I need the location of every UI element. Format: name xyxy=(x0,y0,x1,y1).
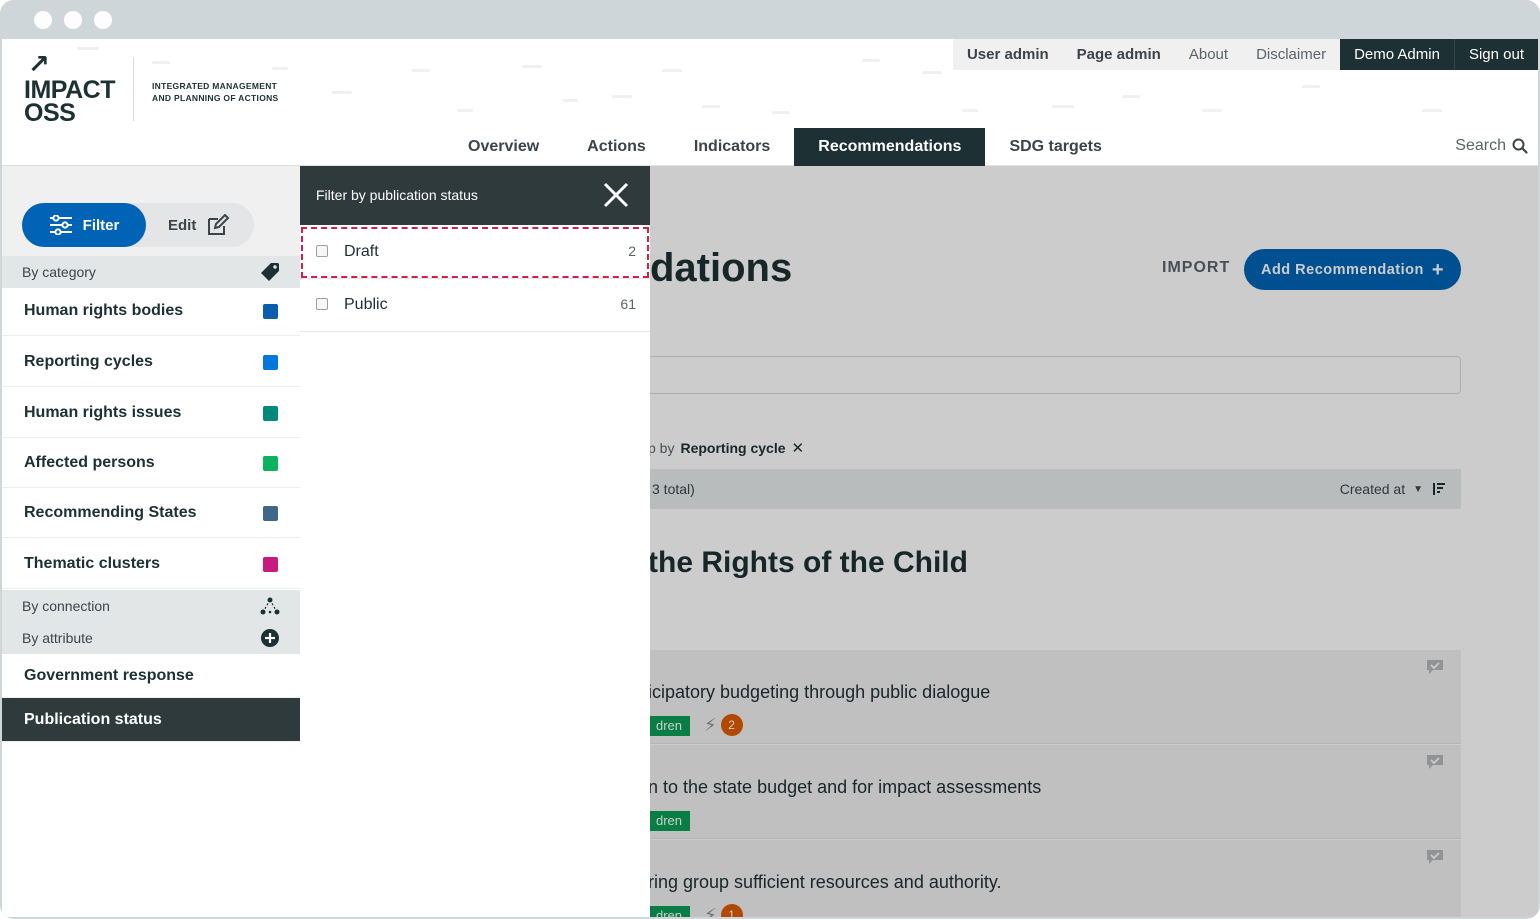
sidebar-item-human-rights-issues[interactable]: Human rights issues xyxy=(2,388,300,438)
network-icon xyxy=(260,597,280,615)
sidebar-item-recommending-states[interactable]: Recommending States xyxy=(2,488,300,538)
filter-option-draft[interactable]: Draft 2 xyxy=(300,226,650,279)
sidebar-item-human-rights-bodies[interactable]: Human rights bodies xyxy=(2,286,300,336)
section-label: By category xyxy=(22,264,96,280)
draft-checkbox[interactable] xyxy=(316,245,328,257)
edit-icon xyxy=(208,214,230,235)
category-color-swatch xyxy=(263,456,278,471)
section-by-connection: By connection xyxy=(2,590,300,622)
search-label: Search xyxy=(1455,137,1506,154)
browser-window: ↗ IMPACT OSS INTEGRATED MANAGEMENT AND P… xyxy=(0,0,1540,919)
category-color-swatch xyxy=(263,304,278,319)
section-by-attribute: By attribute xyxy=(2,622,300,654)
tag-icon xyxy=(261,263,279,281)
logo-divider xyxy=(133,57,134,121)
filter-option-count: 2 xyxy=(628,243,636,259)
impact-oss-logo[interactable]: ↗ IMPACT OSS xyxy=(24,49,134,127)
nav-demo-admin[interactable]: Demo Admin xyxy=(1340,39,1454,70)
edit-mode-button[interactable]: Edit xyxy=(168,203,230,247)
search-icon xyxy=(1512,138,1528,154)
plus-circle-icon xyxy=(261,629,279,647)
filter-option-count: 61 xyxy=(620,296,636,312)
window-control-dot[interactable] xyxy=(34,11,52,29)
page-viewport: ↗ IMPACT OSS INTEGRATED MANAGEMENT AND P… xyxy=(2,39,1538,917)
main-navigation: Overview Actions Indicators Recommendati… xyxy=(444,128,1126,166)
category-color-swatch xyxy=(263,557,278,572)
filter-panel-title: Filter by publication status xyxy=(316,187,478,203)
tab-overview[interactable]: Overview xyxy=(444,128,563,166)
tab-recommendations[interactable]: Recommendations xyxy=(794,128,986,166)
tab-sdg-targets[interactable]: SDG targets xyxy=(985,128,1125,166)
section-label: By connection xyxy=(22,598,110,614)
section-by-category: By category xyxy=(2,256,300,288)
nav-disclaimer[interactable]: Disclaimer xyxy=(1242,39,1340,70)
nav-sign-out[interactable]: Sign out xyxy=(1453,39,1538,70)
section-label: By attribute xyxy=(22,630,93,646)
filter-options-panel: Filter by publication status Draft 2 Pub… xyxy=(300,166,650,917)
search-button[interactable]: Search xyxy=(1455,137,1528,155)
sidebar-item-affected-persons[interactable]: Affected persons xyxy=(2,438,300,488)
sliders-icon xyxy=(49,215,72,235)
sidebar-item-label: Reporting cycles xyxy=(24,353,153,370)
edit-mode-label: Edit xyxy=(168,216,197,234)
category-color-swatch xyxy=(263,506,278,521)
category-color-swatch xyxy=(263,406,278,421)
filter-edit-toggle: Filter Edit xyxy=(22,203,254,247)
sidebar-item-thematic-clusters[interactable]: Thematic clusters xyxy=(2,539,300,589)
sidebar-item-label: Government response xyxy=(24,667,194,684)
tab-actions[interactable]: Actions xyxy=(563,128,670,166)
public-checkbox[interactable] xyxy=(316,298,328,310)
window-titlebar xyxy=(0,0,1540,39)
sidebar-item-reporting-cycles[interactable]: Reporting cycles xyxy=(2,337,300,387)
filter-mode-button[interactable]: Filter xyxy=(22,203,146,247)
claim-line2: AND PLANNING OF ACTIONS xyxy=(152,93,279,103)
filter-option-label: Draft xyxy=(344,243,379,260)
window-control-dot[interactable] xyxy=(64,11,82,29)
top-navigation: User admin Page admin About Disclaimer D… xyxy=(952,39,1538,70)
filter-option-label: Public xyxy=(344,296,388,313)
site-header: ↗ IMPACT OSS INTEGRATED MANAGEMENT AND P… xyxy=(2,39,1538,166)
tab-indicators[interactable]: Indicators xyxy=(670,128,794,166)
claim-line1: INTEGRATED MANAGEMENT xyxy=(152,81,278,91)
sidebar-item-label: Human rights issues xyxy=(24,404,182,421)
sidebar-item-label: Thematic clusters xyxy=(24,555,161,572)
sidebar-item-government-response[interactable]: Government response xyxy=(2,654,300,698)
sidebar-item-label: Human rights bodies xyxy=(24,302,184,319)
filter-sidebar: Filter Edit By category Human rights bod… xyxy=(2,166,300,917)
sidebar-item-label: Affected persons xyxy=(24,454,155,471)
category-color-swatch xyxy=(263,355,278,370)
close-icon[interactable] xyxy=(602,181,630,209)
logo-text-line2: OSS xyxy=(24,99,76,127)
filter-panel-header: Filter by publication status xyxy=(300,166,650,225)
sidebar-item-label: Recommending States xyxy=(24,504,197,521)
window-control-dot[interactable] xyxy=(94,11,112,29)
sidebar-item-label: Publication status xyxy=(24,711,162,728)
site-claim: INTEGRATED MANAGEMENT AND PLANNING OF AC… xyxy=(152,80,292,104)
nav-about[interactable]: About xyxy=(1175,39,1242,70)
nav-page-admin[interactable]: Page admin xyxy=(1063,39,1175,70)
sidebar-item-publication-status[interactable]: Publication status xyxy=(2,698,300,742)
nav-user-admin[interactable]: User admin xyxy=(953,39,1063,70)
filter-mode-label: Filter xyxy=(82,216,120,234)
filter-option-public[interactable]: Public 61 xyxy=(300,279,650,332)
sidebar-toggle-area: Filter Edit xyxy=(2,166,300,260)
